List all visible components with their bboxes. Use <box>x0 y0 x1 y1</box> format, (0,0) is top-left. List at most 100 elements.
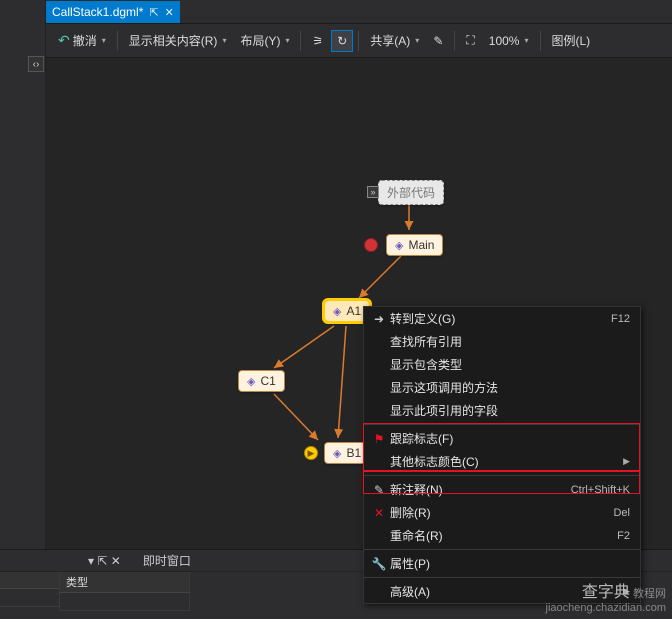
node-label: Main <box>408 238 434 252</box>
ctx-show-callers[interactable]: 显示这项调用的方法 <box>364 376 640 399</box>
comment-icon: ✎ <box>433 34 443 48</box>
separator <box>117 31 118 51</box>
collapse-toggle[interactable]: ‹› <box>28 56 44 72</box>
ctx-label: 转到定义(G) <box>390 310 611 327</box>
comment-button[interactable]: ✎ <box>427 30 449 52</box>
wrench-icon: 🔧 <box>368 557 390 571</box>
chevron-down-icon[interactable]: ▾ <box>102 36 106 45</box>
chevron-down-icon[interactable]: ▾ <box>415 36 419 45</box>
share-button[interactable]: 共享(A) ▾ <box>364 28 425 53</box>
ctx-label: 删除(R) <box>390 504 613 521</box>
delete-icon: ✕ <box>368 506 390 520</box>
node-label: A1 <box>346 304 361 318</box>
ctx-rename[interactable]: 重命名(R) F2 <box>364 524 640 547</box>
share-label: 共享(A) <box>370 32 410 49</box>
ctx-find-references[interactable]: 查找所有引用 <box>364 330 640 353</box>
flag-icon: ⚑ <box>368 432 390 446</box>
panel-tab-pins[interactable]: ▾ ⇱ ✕ <box>80 552 129 570</box>
chevron-down-icon[interactable]: ▾ <box>285 36 289 45</box>
document-tab-bar: CallStack1.dgml* ⇱ ✕ <box>0 0 672 24</box>
legend-label: 图例(L) <box>552 32 591 49</box>
col-type[interactable]: 类型 <box>60 572 189 593</box>
method-icon: ◈ <box>333 305 341 318</box>
related-content-button[interactable]: 显示相关内容(R) ▾ <box>123 28 233 53</box>
left-gutter <box>0 0 46 619</box>
current-frame-icon[interactable]: ▶ <box>304 446 318 460</box>
ctx-shortcut: F2 <box>617 530 630 542</box>
tab-title: CallStack1.dgml* <box>52 5 143 19</box>
ctx-properties[interactable]: 🔧 属性(P) <box>364 552 640 575</box>
separator <box>364 475 640 476</box>
watermark-url: jiaocheng.chazidian.com <box>546 602 666 615</box>
watermark: 查字典 教程网 jiaocheng.chazidian.com <box>546 583 666 615</box>
layout-label: 布局(Y) <box>240 32 280 49</box>
separator <box>364 549 640 550</box>
zoom-value: 100% <box>489 34 520 48</box>
submenu-arrow-icon: ▶ <box>623 456 630 467</box>
ctx-shortcut: F12 <box>611 313 630 325</box>
comment-icon: ✎ <box>368 483 390 497</box>
node-label: B1 <box>346 446 361 460</box>
ctx-delete[interactable]: ✕ 删除(R) Del <box>364 501 640 524</box>
panel-tab-immediate[interactable]: 即时窗口 <box>135 550 199 571</box>
separator <box>364 577 640 578</box>
document-tab-active[interactable]: CallStack1.dgml* ⇱ ✕ <box>46 1 180 23</box>
ctx-flag-color[interactable]: 其他标志颜色(C) ▶ <box>364 450 640 473</box>
close-icon[interactable]: ✕ <box>165 6 174 19</box>
separator <box>300 31 301 51</box>
ctx-label: 属性(P) <box>390 555 630 572</box>
chevron-down-icon[interactable]: ▾ <box>524 36 528 45</box>
context-menu: ➜ 转到定义(G) F12 查找所有引用 显示包含类型 显示这项调用的方法 显示… <box>363 306 641 604</box>
separator <box>358 31 359 51</box>
ctx-show-fields[interactable]: 显示此项引用的字段 <box>364 399 640 422</box>
pin-icon[interactable]: ⇱ <box>149 6 158 19</box>
ctx-track-flag[interactable]: ⚑ 跟踪标志(F) <box>364 427 640 450</box>
method-icon: ◈ <box>333 447 341 460</box>
ctx-label: 新注释(N) <box>390 481 571 498</box>
ctx-shortcut: Del <box>613 507 630 519</box>
tab-label: 即时窗口 <box>143 554 191 568</box>
ctx-goto-definition[interactable]: ➜ 转到定义(G) F12 <box>364 307 640 330</box>
expander-icon[interactable]: » <box>367 186 379 198</box>
breakpoint-icon[interactable] <box>364 238 378 252</box>
fit-button[interactable]: ⛶ <box>460 29 480 52</box>
fit-icon: ⛶ <box>466 33 474 48</box>
ctx-label: 查找所有引用 <box>390 333 630 350</box>
separator <box>454 31 455 51</box>
ctx-shortcut: Ctrl+Shift+K <box>571 484 630 496</box>
ctx-show-types[interactable]: 显示包含类型 <box>364 353 640 376</box>
ctx-label: 显示包含类型 <box>390 356 630 373</box>
related-label: 显示相关内容(R) <box>129 32 218 49</box>
ctx-label: 重命名(R) <box>390 527 617 544</box>
ctx-label: 跟踪标志(F) <box>390 430 630 447</box>
layout-button[interactable]: 布局(Y) ▾ <box>234 28 295 53</box>
goto-icon: ➜ <box>368 312 390 326</box>
watermark-text: 教程网 <box>633 588 666 600</box>
legend-button[interactable]: 图例(L) <box>546 28 597 53</box>
undo-icon: ↶ <box>58 32 70 49</box>
undo-button[interactable]: ↶ 撤消 ▾ <box>52 28 112 53</box>
method-icon: ◈ <box>395 239 403 252</box>
col-blank <box>0 572 59 589</box>
separator <box>364 424 640 425</box>
ctx-label: 显示此项引用的字段 <box>390 402 630 419</box>
toolbar: ↶ 撤消 ▾ 显示相关内容(R) ▾ 布局(Y) ▾ ⚞ ↻ 共享(A) ▾ ✎… <box>0 24 672 58</box>
filter-icon: ⚞ <box>312 34 323 48</box>
filter-button[interactable]: ⚞ <box>306 30 329 52</box>
node-main[interactable]: ◈ Main <box>386 234 443 256</box>
refresh-icon: ↻ <box>337 34 347 48</box>
zoom-level[interactable]: 100% ▾ <box>483 30 535 52</box>
node-c1[interactable]: ◈ C1 <box>238 370 285 392</box>
watermark-text: 查字典 <box>582 584 630 601</box>
undo-label: 撤消 <box>73 32 97 49</box>
method-icon: ◈ <box>247 375 255 388</box>
node-label: C1 <box>260 374 275 388</box>
refresh-button[interactable]: ↻ <box>331 30 353 52</box>
ctx-label: 其他标志颜色(C) <box>390 453 623 470</box>
ctx-new-comment[interactable]: ✎ 新注释(N) Ctrl+Shift+K <box>364 478 640 501</box>
node-label: 外部代码 <box>387 184 435 201</box>
chevron-down-icon[interactable]: ▾ <box>222 36 226 45</box>
node-external-code[interactable]: 外部代码 <box>378 180 444 205</box>
separator <box>540 31 541 51</box>
ctx-label: 显示这项调用的方法 <box>390 379 630 396</box>
